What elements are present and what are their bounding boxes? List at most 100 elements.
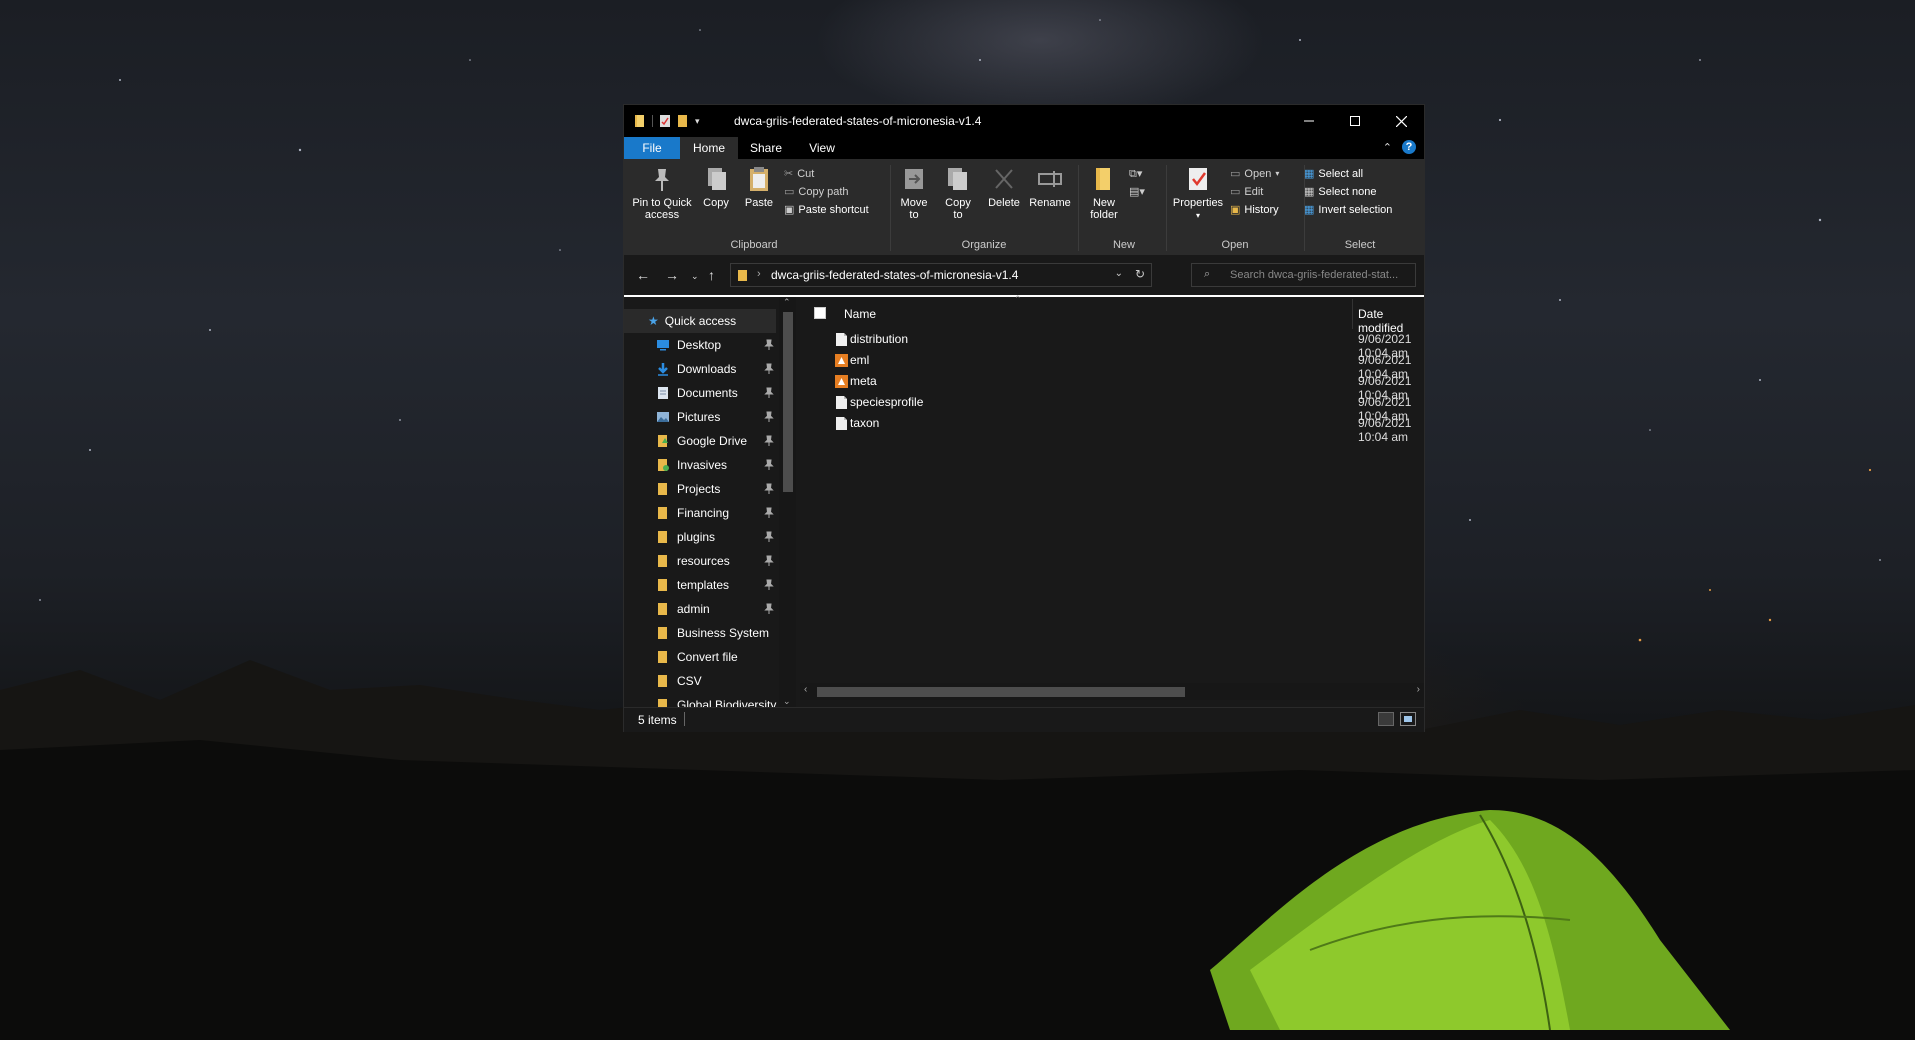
cut-button[interactable]: ✂ Cut xyxy=(784,167,814,181)
history-icon: ▣ xyxy=(1230,204,1241,216)
new-folder-button[interactable]: New folder xyxy=(1084,165,1124,221)
help-icon[interactable]: ? xyxy=(1402,140,1416,154)
breadcrumb-path[interactable]: dwca-griis-federated-states-of-micronesi… xyxy=(771,268,1018,282)
paste-button[interactable]: Paste xyxy=(738,165,780,209)
edit-button[interactable]: ▭ Edit xyxy=(1230,185,1263,199)
folder-icon xyxy=(738,270,747,281)
move-to-label-line1: Move xyxy=(900,197,928,209)
pin-icon[interactable] xyxy=(764,555,774,567)
delete-button[interactable]: Delete xyxy=(984,165,1024,209)
nav-item-desktop[interactable]: Desktop xyxy=(624,333,776,357)
address-dropdown-icon[interactable]: ⌄ xyxy=(1115,268,1123,279)
nav-item-invasives[interactable]: Invasives xyxy=(624,453,776,477)
nav-item-csv[interactable]: CSV xyxy=(624,669,776,693)
nav-item-convert-file[interactable]: Convert file xyxy=(624,645,776,669)
file-row[interactable]: distribution 9/06/2021 10:04 am xyxy=(800,329,1424,360)
address-bar[interactable]: › dwca-griis-federated-states-of-microne… xyxy=(730,263,1152,287)
easy-access-button[interactable]: ▤▾ xyxy=(1129,185,1145,198)
new-item-button[interactable]: ⧉▾ xyxy=(1129,167,1142,181)
properties-icon[interactable] xyxy=(659,114,671,128)
pin-icon[interactable] xyxy=(764,435,774,447)
pin-icon[interactable] xyxy=(764,507,774,519)
properties-button[interactable]: Properties ▾ xyxy=(1170,165,1226,222)
file-row[interactable]: speciesprofile 9/06/2021 10:04 am xyxy=(800,392,1424,423)
folder-icon xyxy=(635,115,644,127)
ribbon-tab-bar: File Home Share View ⌃ ? xyxy=(624,137,1424,159)
tab-file[interactable]: File xyxy=(624,137,680,159)
nav-item-quick-access[interactable]: ★ Quick access xyxy=(624,309,776,333)
column-header-name[interactable]: Name xyxy=(844,307,876,321)
nav-item-templates[interactable]: templates xyxy=(624,573,776,597)
nav-item-global-biodiversity[interactable]: Global Biodiversity xyxy=(624,693,776,707)
pin-icon[interactable] xyxy=(764,387,774,399)
refresh-icon[interactable]: ↻ xyxy=(1135,267,1145,281)
nav-scrollbar[interactable]: ⌃ ⌄ xyxy=(779,297,796,707)
collapse-ribbon-icon[interactable]: ⌃ xyxy=(1383,141,1392,154)
nav-item-documents[interactable]: Documents xyxy=(624,381,776,405)
pin-icon[interactable] xyxy=(764,603,774,615)
paste-shortcut-button[interactable]: ▣ Paste shortcut xyxy=(784,203,869,217)
copy-button[interactable]: Copy xyxy=(698,165,734,209)
copy-path-button[interactable]: ▭ Copy path xyxy=(784,185,849,199)
scroll-right-icon[interactable]: › xyxy=(1417,684,1420,695)
file-row[interactable]: eml 9/06/2021 10:04 am xyxy=(800,350,1424,381)
nav-item-downloads[interactable]: Downloads xyxy=(624,357,776,381)
tab-home[interactable]: Home xyxy=(680,137,738,159)
pin-to-quick-access-button[interactable]: Pin to Quick access xyxy=(630,165,694,221)
tab-view[interactable]: View xyxy=(794,137,850,159)
pin-icon[interactable] xyxy=(764,579,774,591)
nav-item-resources[interactable]: resources xyxy=(624,549,776,573)
back-button[interactable]: ← xyxy=(636,267,650,283)
horizontal-scrollbar[interactable]: ‹ › xyxy=(800,683,1424,700)
select-none-button[interactable]: ▦ Select none xyxy=(1304,185,1377,199)
open-button[interactable]: ▭ Open ▾ xyxy=(1230,167,1279,181)
scroll-down-icon[interactable]: ⌄ xyxy=(783,696,791,707)
pin-icon[interactable] xyxy=(764,459,774,471)
folder-icon xyxy=(658,483,667,495)
customize-toolbar-icon[interactable]: ▾ xyxy=(695,116,700,127)
tab-share[interactable]: Share xyxy=(738,137,794,159)
copy-to-button[interactable]: Copy to xyxy=(938,165,978,221)
select-all-button[interactable]: ▦ Select all xyxy=(1304,167,1363,181)
file-row[interactable]: taxon 9/06/2021 10:04 am xyxy=(800,413,1424,444)
nav-item-financing[interactable]: Financing xyxy=(624,501,776,525)
scroll-up-icon[interactable]: ⌃ xyxy=(783,297,791,308)
search-input[interactable]: ⌕ Search dwca-griis-federated-stat... xyxy=(1191,263,1416,287)
pin-icon[interactable] xyxy=(764,411,774,423)
group-label-new: New xyxy=(1112,239,1135,251)
minimize-button[interactable] xyxy=(1286,105,1332,137)
nav-item-pictures[interactable]: Pictures xyxy=(624,405,776,429)
column-divider[interactable] xyxy=(1352,299,1353,329)
pin-icon[interactable] xyxy=(764,531,774,543)
nav-item-admin[interactable]: admin xyxy=(624,597,776,621)
nav-item-plugins[interactable]: plugins xyxy=(624,525,776,549)
large-icons-view-icon[interactable] xyxy=(1400,712,1416,726)
select-all-checkbox[interactable] xyxy=(814,307,826,319)
file-row[interactable]: meta 9/06/2021 10:04 am xyxy=(800,371,1424,402)
nav-item-business-system[interactable]: Business System xyxy=(624,621,776,645)
history-button[interactable]: ▣ History xyxy=(1230,203,1279,217)
recent-locations-button[interactable]: ⌄ xyxy=(691,271,699,282)
title-bar[interactable]: ▾ dwca-griis-federated-states-of-microne… xyxy=(624,105,1424,137)
invert-selection-button[interactable]: ▦ Invert selection xyxy=(1304,203,1392,217)
maximize-button[interactable] xyxy=(1332,105,1378,137)
scroll-left-icon[interactable]: ‹ xyxy=(804,684,807,695)
new-folder-icon[interactable] xyxy=(677,114,689,128)
forward-button[interactable]: → xyxy=(665,267,679,283)
nav-scrollbar-thumb[interactable] xyxy=(783,312,793,492)
up-button[interactable]: ↑ xyxy=(708,267,715,283)
move-to-button[interactable]: Move to xyxy=(894,165,934,221)
horizontal-scrollbar-thumb[interactable] xyxy=(817,687,1185,697)
rename-button[interactable]: Rename xyxy=(1028,165,1072,209)
nav-item-google-drive[interactable]: Google Drive xyxy=(624,429,776,453)
pin-icon[interactable] xyxy=(764,483,774,495)
copy-to-label-line2: to xyxy=(953,209,963,221)
pin-icon[interactable] xyxy=(764,339,774,351)
nav-label: Financing xyxy=(677,506,730,520)
pin-icon xyxy=(655,169,669,191)
xml-file-icon xyxy=(835,375,848,388)
details-view-icon[interactable] xyxy=(1378,712,1394,726)
pin-icon[interactable] xyxy=(764,363,774,375)
close-button[interactable] xyxy=(1378,105,1424,137)
nav-item-projects[interactable]: Projects xyxy=(624,477,776,501)
